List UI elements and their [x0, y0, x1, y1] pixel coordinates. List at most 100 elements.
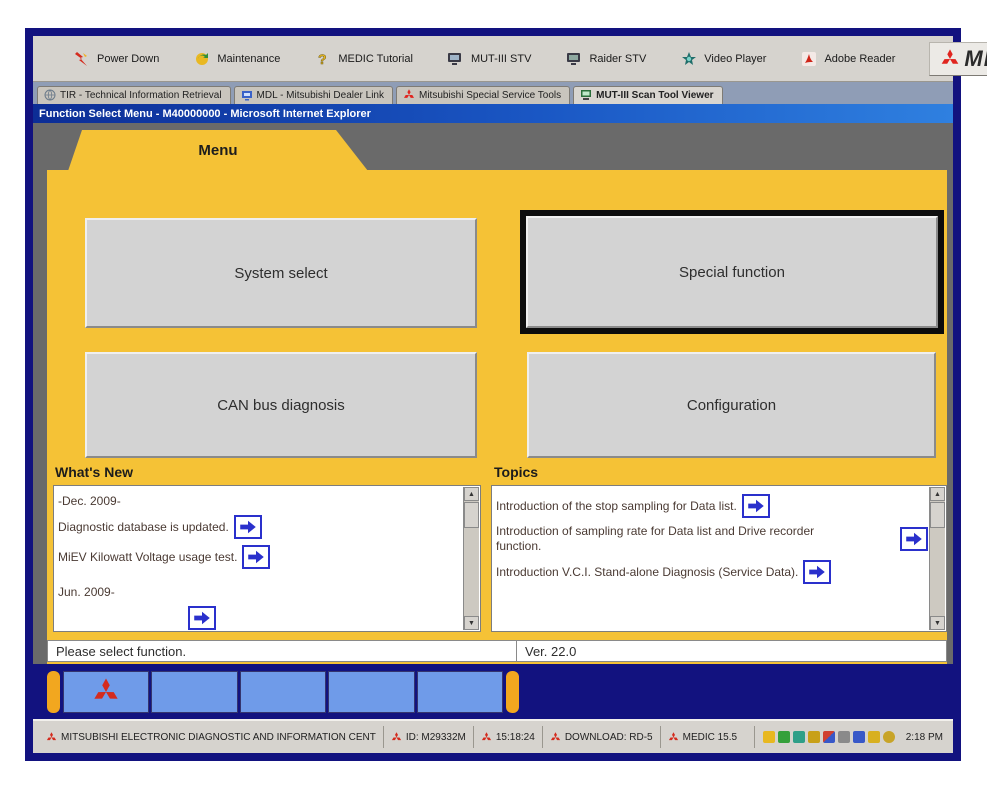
- medic-tutorial-button[interactable]: ? MEDIC Tutorial: [314, 50, 413, 67]
- system-select-button[interactable]: System select: [85, 218, 477, 328]
- tray-blue-icon[interactable]: [853, 731, 865, 743]
- maintenance-button[interactable]: Maintenance: [193, 50, 280, 67]
- tutorial-icon: ?: [314, 50, 331, 67]
- video-player-label: Video Player: [704, 53, 766, 65]
- tray-teal-icon[interactable]: [793, 731, 805, 743]
- video-player-button[interactable]: Video Player: [680, 50, 766, 67]
- adobe-reader-button[interactable]: Adobe Reader: [800, 50, 895, 67]
- adobe-reader-label: Adobe Reader: [824, 53, 895, 65]
- topics-scrollbar[interactable]: ▲ ▼: [929, 487, 945, 630]
- next-arrow-icon[interactable]: [242, 545, 270, 569]
- version-label: Ver. 22.0: [525, 644, 576, 659]
- mdl-icon: [241, 89, 253, 101]
- taskbar-item-id[interactable]: ID: M29332M: [383, 726, 473, 748]
- tray-multicolor-icon[interactable]: [823, 731, 835, 743]
- whats-new-entry-text: MiEV Kilowatt Voltage usage test.: [58, 550, 237, 565]
- tab-mut3-scan-tool-viewer[interactable]: MUT-III Scan Tool Viewer: [573, 86, 722, 104]
- scrollbar-thumb[interactable]: [930, 502, 945, 528]
- special-function-focus-frame: Special function: [520, 210, 944, 334]
- mitsubishi-diamond-icon: [481, 732, 492, 743]
- tab-mdl-label: MDL - Mitsubishi Dealer Link: [257, 90, 384, 101]
- quick-button-bar: [47, 671, 519, 713]
- outer-frame: Power Down Maintenance ? MEDIC Tutorial: [25, 28, 961, 761]
- taskbar-item-label: MEDIC 15.5: [683, 732, 737, 743]
- topics-panel: Introduction of the stop sampling for Da…: [491, 485, 947, 632]
- scroll-down-icon[interactable]: ▼: [930, 616, 945, 630]
- can-bus-diagnosis-label: CAN bus diagnosis: [217, 397, 345, 414]
- mut3-stv-label: MUT-III STV: [471, 53, 532, 65]
- quick-button-2[interactable]: [151, 671, 237, 713]
- mut3-stv-button[interactable]: MUT-III STV: [447, 50, 532, 67]
- medic-logo: MEDIC: [929, 42, 987, 76]
- next-arrow-icon[interactable]: [234, 515, 262, 539]
- mitsubishi-diamond-icon: [668, 732, 679, 743]
- mitsubishi-logo-icon: [940, 49, 960, 69]
- scrollbar-thumb[interactable]: [464, 502, 479, 528]
- status-message-cell: Please select function.: [47, 640, 517, 662]
- mitsubishi-diamond-icon: [92, 678, 120, 706]
- maintenance-icon: [193, 50, 210, 67]
- topics-entry-text: Introduction of sampling rate for Data l…: [496, 524, 846, 554]
- taskbar-clock: 2:18 PM: [898, 732, 947, 743]
- system-tray: 2:18 PM: [754, 726, 947, 748]
- raider-stv-button[interactable]: Raider STV: [565, 50, 646, 67]
- topics-content: Introduction of the stop sampling for Da…: [496, 488, 928, 631]
- special-function-button[interactable]: Special function: [526, 216, 938, 328]
- next-arrow-icon[interactable]: [742, 494, 770, 518]
- raider-stv-icon: [565, 50, 582, 67]
- scroll-up-icon[interactable]: ▲: [930, 487, 945, 501]
- can-bus-diagnosis-button[interactable]: CAN bus diagnosis: [85, 352, 477, 458]
- next-arrow-icon[interactable]: [900, 527, 928, 551]
- special-function-label: Special function: [679, 264, 785, 281]
- scroll-up-icon[interactable]: ▲: [464, 487, 479, 501]
- taskbar-item-medic-version[interactable]: MEDIC 15.5: [660, 726, 744, 748]
- quick-button-home[interactable]: [63, 671, 149, 713]
- quick-button-3[interactable]: [240, 671, 326, 713]
- status-message: Please select function.: [56, 644, 186, 659]
- taskbar-item-time[interactable]: 15:18:24: [473, 726, 542, 748]
- medic-tutorial-label: MEDIC Tutorial: [338, 53, 413, 65]
- mitsubishi-diamond-icon: [550, 732, 561, 743]
- topics-entry-text: Introduction V.C.I. Stand-alone Diagnosi…: [496, 565, 798, 580]
- window-title-bar[interactable]: Function Select Menu - M40000000 - Micro…: [33, 104, 953, 123]
- scroll-down-icon[interactable]: ▼: [464, 616, 479, 630]
- topics-entry: Introduction V.C.I. Stand-alone Diagnosi…: [496, 560, 928, 584]
- whats-new-scrollbar[interactable]: ▲ ▼: [463, 487, 479, 630]
- tab-tir[interactable]: TIR - Technical Information Retrieval: [37, 86, 231, 104]
- power-down-label: Power Down: [97, 53, 159, 65]
- whats-new-entry: Diagnostic database is updated.: [58, 515, 462, 539]
- topics-entry-text: Introduction of the stop sampling for Da…: [496, 499, 737, 514]
- tab-special-service-tools[interactable]: Mitsubishi Special Service Tools: [396, 86, 570, 104]
- configuration-label: Configuration: [687, 397, 776, 414]
- power-down-icon: [73, 50, 90, 67]
- tray-yellow-icon[interactable]: [868, 731, 880, 743]
- topics-entry: Introduction of the stop sampling for Da…: [496, 494, 928, 518]
- taskbar-item-medic-center[interactable]: MITSUBISHI ELECTRONIC DIAGNOSTIC AND INF…: [39, 726, 383, 748]
- tray-gray-icon[interactable]: [838, 731, 850, 743]
- whats-new-entry: [188, 606, 462, 630]
- next-arrow-icon[interactable]: [188, 606, 216, 630]
- mut3-main-area: Menu System select Special function CAN …: [33, 123, 953, 719]
- tray-gold-icon[interactable]: [808, 731, 820, 743]
- configuration-button[interactable]: Configuration: [527, 352, 936, 458]
- tray-shield-icon[interactable]: [763, 731, 775, 743]
- window-title: Function Select Menu - M40000000 - Micro…: [39, 108, 371, 120]
- medic-window: Power Down Maintenance ? MEDIC Tutorial: [33, 36, 953, 753]
- tab-special-service-tools-label: Mitsubishi Special Service Tools: [419, 90, 561, 101]
- app-tab-bar: TIR - Technical Information Retrieval MD…: [33, 82, 953, 104]
- app-status-bar: Please select function. Ver. 22.0: [47, 640, 947, 662]
- tray-round-icon[interactable]: [883, 731, 895, 743]
- menu-folder-tab[interactable]: Menu: [68, 130, 368, 171]
- windows-taskbar: MITSUBISHI ELECTRONIC DIAGNOSTIC AND INF…: [33, 719, 953, 753]
- screen: Power Down Maintenance ? MEDIC Tutorial: [0, 0, 987, 788]
- whats-new-title: What's New: [55, 464, 133, 480]
- tab-mdl[interactable]: MDL - Mitsubishi Dealer Link: [234, 86, 393, 104]
- mitsubishi-diamond-icon: [46, 732, 57, 743]
- power-down-button[interactable]: Power Down: [73, 50, 159, 67]
- tray-green-icon[interactable]: [778, 731, 790, 743]
- next-arrow-icon[interactable]: [803, 560, 831, 584]
- whats-new-entry-text: Jun. 2009-: [58, 585, 115, 600]
- quick-button-4[interactable]: [328, 671, 414, 713]
- taskbar-item-download[interactable]: DOWNLOAD: RD-5: [542, 726, 660, 748]
- quick-button-5[interactable]: [417, 671, 503, 713]
